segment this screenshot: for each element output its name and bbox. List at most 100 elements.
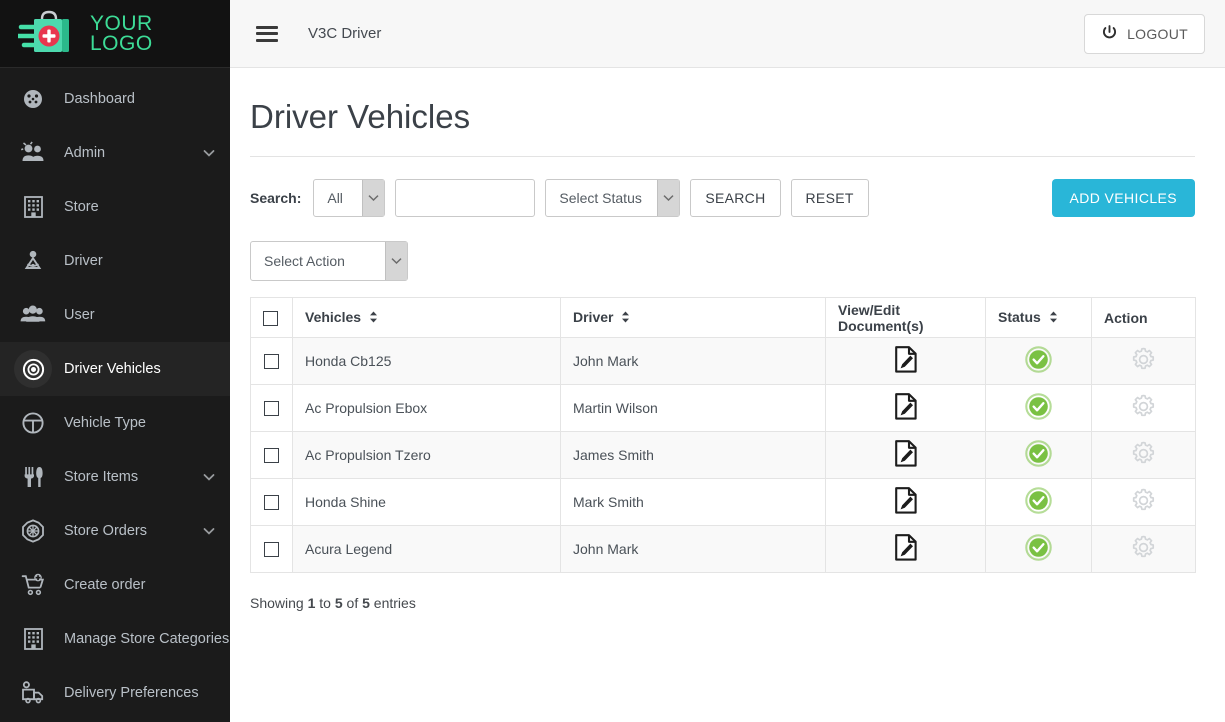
chevron-down-icon[interactable] [202,524,216,538]
cell-driver: Mark Smith [561,479,826,526]
column-header-vehicles[interactable]: Vehicles [293,298,561,338]
sidebar-item-label: Driver Vehicles [64,361,216,377]
sidebar-item-admin[interactable]: Admin [0,126,230,180]
logout-button[interactable]: LOGOUT [1084,14,1205,54]
row-select-cell [251,385,293,432]
logout-label: LOGOUT [1127,26,1188,42]
check-circle-icon[interactable] [1025,346,1052,373]
gear-icon[interactable] [1131,535,1156,560]
check-circle-icon[interactable] [1025,440,1052,467]
row-checkbox[interactable] [264,495,279,510]
cell-status [986,526,1092,573]
gear-icon[interactable] [1131,347,1156,372]
select-action-dropdown[interactable]: Select Action [250,241,408,281]
cell-vehicle: Acura Legend [293,526,561,573]
sidebar-item-driver-vehicles[interactable]: Driver Vehicles [0,342,230,396]
status-select[interactable]: Select Status [545,179,680,217]
row-checkbox[interactable] [264,448,279,463]
row-checkbox[interactable] [264,401,279,416]
gear-icon[interactable] [1131,394,1156,419]
table-head: Vehicles Driver View/Edit [251,298,1196,338]
chevron-down-icon [657,180,679,216]
sidebar-item-store-items[interactable]: Store Items [0,450,230,504]
column-header-action-label: Action [1104,310,1148,326]
row-select-cell [251,338,293,385]
sidebar-item-create-order[interactable]: Create order [0,558,230,612]
document-edit-icon[interactable] [894,393,918,420]
search-button[interactable]: SEARCH [690,179,780,217]
gear-icon[interactable] [1131,441,1156,466]
cell-document [826,338,986,385]
hamburger-icon[interactable] [256,26,278,42]
sidebar-item-manage-store-categories[interactable]: Manage Store Categories [0,612,230,666]
document-edit-icon[interactable] [894,440,918,467]
sidebar-item-store-orders[interactable]: Store Orders [0,504,230,558]
select-all-header [251,298,293,338]
check-circle-icon[interactable] [1025,534,1052,561]
sidebar-item-label: Delivery Preferences [64,685,216,701]
sidebar-item-driver[interactable]: Driver [0,234,230,288]
row-select-cell [251,479,293,526]
target-circle-icon [14,350,52,388]
sidebar-item-user[interactable]: User [0,288,230,342]
gear-icon[interactable] [1131,488,1156,513]
app-root: YOUR LOGO DashboardAdminStoreDriverUserD… [0,0,1225,722]
reset-button[interactable]: RESET [791,179,869,217]
document-edit-icon[interactable] [894,534,918,561]
sidebar-item-label: Admin [64,145,202,161]
table-row: Acura LegendJohn Mark [251,526,1196,573]
row-select-cell [251,526,293,573]
main-area: V3C Driver LOGOUT Driver Vehicles Search… [230,0,1225,722]
cell-document [826,526,986,573]
check-circle-icon[interactable] [1025,393,1052,420]
check-circle-icon[interactable] [1025,487,1052,514]
cell-status [986,432,1092,479]
row-checkbox[interactable] [264,542,279,557]
sort-icon [369,310,378,326]
column-header-driver[interactable]: Driver [561,298,826,338]
driver-icon [14,242,52,280]
topbar-title: V3C Driver [308,25,381,42]
filter-toolbar: Search: All Select Status SEARCH RESET [250,179,1195,217]
chevron-down-icon[interactable] [202,470,216,484]
column-header-document: View/Edit Document(s) [826,298,986,338]
sidebar-item-label: Store Items [64,469,202,485]
table-row: Ac Propulsion TzeroJames Smith [251,432,1196,479]
sidebar-item-delivery-preferences[interactable]: Delivery Preferences [0,666,230,720]
cart-plus-icon [14,566,52,604]
brand-logo-line1: YOUR [90,14,153,34]
sidebar-item-label: Store Orders [64,523,202,539]
cutlery-icon [14,458,52,496]
sidebar: YOUR LOGO DashboardAdminStoreDriverUserD… [0,0,230,722]
document-edit-icon[interactable] [894,346,918,373]
cell-action [1092,479,1196,526]
driver-vehicles-table: Vehicles Driver View/Edit [250,297,1196,573]
sidebar-item-dashboard[interactable]: Dashboard [0,72,230,126]
column-header-status[interactable]: Status [986,298,1092,338]
sidebar-item-label: Dashboard [64,91,216,107]
table-row: Honda ShineMark Smith [251,479,1196,526]
sidebar-item-vehicle-type[interactable]: Vehicle Type [0,396,230,450]
table-row: Honda Cb125John Mark [251,338,1196,385]
page-title: Driver Vehicles [250,98,1195,136]
chevron-down-icon [362,180,384,216]
sidebar-item-label: Manage Store Categories [64,631,229,647]
search-field-select[interactable]: All [313,179,385,217]
add-vehicles-button[interactable]: ADD VEHICLES [1052,179,1196,217]
orders-gear-icon [14,512,52,550]
cell-document [826,479,986,526]
cell-driver: Martin Wilson [561,385,826,432]
sort-icon [1049,310,1058,326]
select-all-checkbox[interactable] [263,311,278,326]
shopping-bag-medical-icon [18,10,84,58]
brand-logo[interactable]: YOUR LOGO [0,0,230,68]
cell-vehicle: Ac Propulsion Ebox [293,385,561,432]
chevron-down-icon[interactable] [202,146,216,160]
table-header-row: Vehicles Driver View/Edit [251,298,1196,338]
sidebar-item-store[interactable]: Store [0,180,230,234]
row-checkbox[interactable] [264,354,279,369]
document-edit-icon[interactable] [894,487,918,514]
cell-action [1092,432,1196,479]
sidebar-nav: Dashboard Admin StoreDriverUser Driver Vehi… [0,68,230,720]
search-input[interactable] [395,179,535,217]
